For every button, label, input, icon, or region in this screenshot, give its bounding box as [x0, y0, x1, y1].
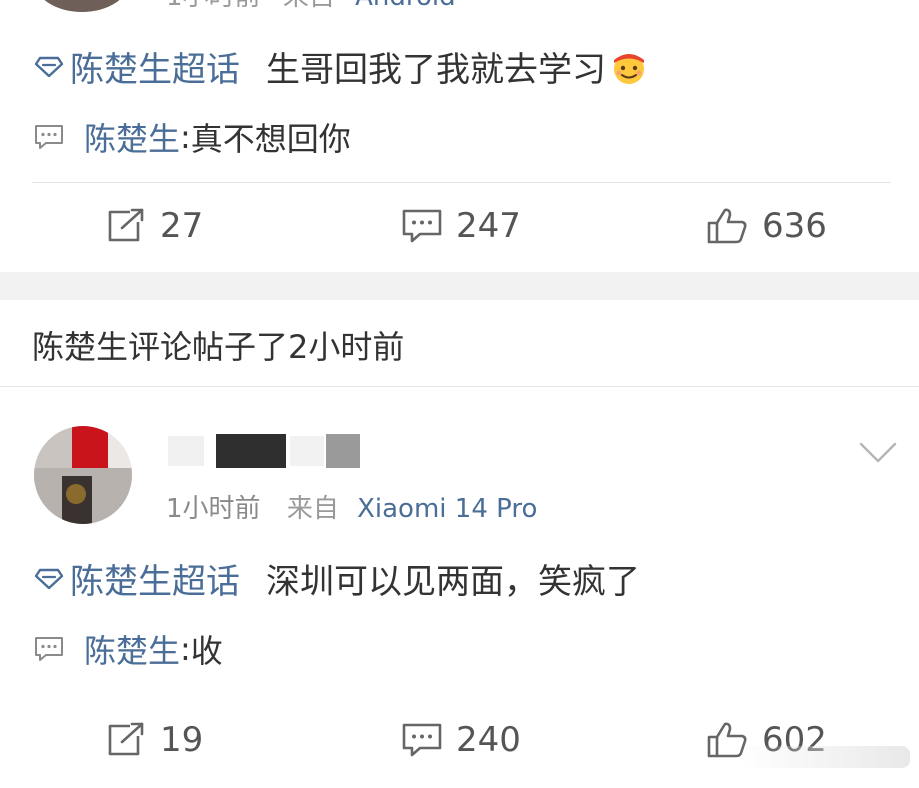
reply-colon: : — [180, 630, 191, 668]
diamond-topic-icon — [34, 56, 64, 77]
reply-username[interactable]: 陈楚生 — [84, 114, 180, 160]
source-device[interactable]: Android — [355, 0, 456, 12]
thumbs-up-icon — [707, 208, 747, 244]
repost-icon — [108, 722, 144, 756]
comment-count: 240 — [456, 720, 521, 760]
reply-username[interactable]: 陈楚生 — [84, 626, 180, 672]
repost-button[interactable]: 19 — [106, 720, 203, 760]
emoji-icon — [614, 53, 644, 84]
comment-icon — [402, 209, 442, 243]
post-body: 陈楚生超话 深圳可以见两面，笑疯了 — [34, 554, 640, 603]
repost-icon — [108, 208, 144, 242]
comment-button[interactable]: 247 — [402, 206, 521, 246]
repost-count: 27 — [160, 206, 204, 246]
comment-count: 247 — [456, 206, 521, 246]
reply-text: 真不想回你 — [190, 120, 351, 158]
repost-button[interactable]: 27 — [106, 206, 203, 246]
author-reply: 陈楚生 : 收 — [34, 626, 223, 672]
source-device[interactable]: Xiaomi 14 Pro — [357, 494, 537, 524]
divider — [32, 182, 891, 183]
post-text: 深圳可以见两面，笑疯了 — [266, 562, 640, 602]
diamond-topic-icon — [34, 568, 64, 589]
super-topic-link[interactable]: 陈楚生超话 — [70, 42, 240, 91]
watermark — [740, 746, 910, 768]
divider — [0, 386, 919, 387]
avatar-image — [34, 426, 132, 524]
post-time: 1小时前 — [166, 494, 261, 524]
like-button[interactable]: 636 — [706, 206, 827, 246]
post-time: 1小时前 — [166, 0, 261, 12]
comment-bubble-icon — [35, 125, 63, 149]
comment-bubble-icon — [35, 637, 63, 661]
like-count: 636 — [762, 206, 827, 246]
repost-count: 19 — [160, 720, 204, 760]
feed-separator — [0, 272, 919, 300]
author-reply: 陈楚生 : 真不想回你 — [34, 114, 351, 160]
reply-colon: : — [180, 118, 191, 156]
chevron-down-icon[interactable] — [858, 440, 898, 466]
username-redacted — [168, 434, 360, 468]
post-text: 生哥回我了我就去学习 — [266, 50, 606, 90]
activity-header: 陈楚生评论帖子了2小时前 — [32, 328, 405, 366]
source-label: 来自 — [286, 494, 339, 524]
avatar[interactable] — [34, 0, 130, 12]
comment-icon — [402, 723, 442, 757]
post-meta: 1小时前 来自 Xiaomi 14 Pro — [166, 488, 537, 525]
reply-text: 收 — [190, 632, 223, 670]
post-meta: 1小时前 来自 Android — [166, 0, 456, 12]
source-label: 来自 — [283, 0, 335, 12]
super-topic-link[interactable]: 陈楚生超话 — [70, 554, 240, 603]
comment-button[interactable]: 240 — [402, 720, 521, 760]
avatar[interactable] — [34, 426, 132, 524]
post-body: 陈楚生超话 生哥回我了我就去学习 — [34, 42, 648, 91]
